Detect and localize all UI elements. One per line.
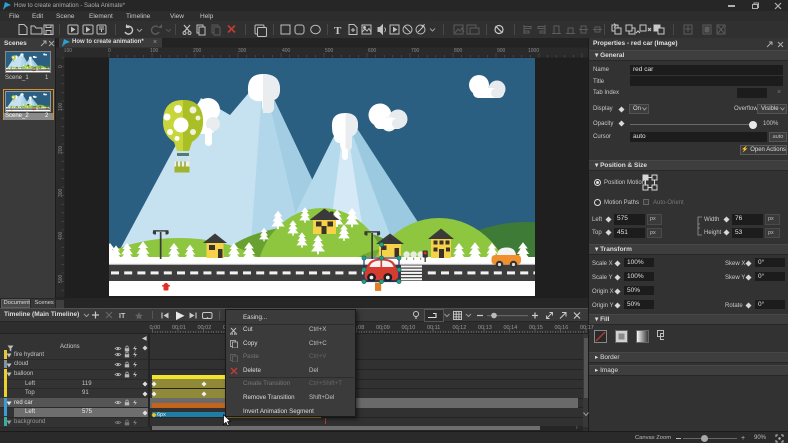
svg-text:700: 700 — [411, 48, 420, 54]
svg-text:100: 100 — [58, 102, 64, 111]
svg-text:200: 200 — [58, 145, 64, 154]
svg-text:800: 800 — [454, 48, 463, 54]
svg-text:500: 500 — [325, 48, 334, 54]
svg-text:0: 0 — [58, 65, 64, 68]
svg-text:100: 100 — [150, 48, 159, 54]
svg-text:0: 0 — [108, 48, 111, 54]
svg-text:200: 200 — [193, 48, 202, 54]
svg-text:T: T — [334, 25, 342, 37]
svg-text:600: 600 — [368, 48, 377, 54]
svg-text:900: 900 — [497, 48, 506, 54]
svg-text:500: 500 — [58, 274, 64, 283]
svg-text:400: 400 — [282, 48, 291, 54]
svg-text:IT: IT — [119, 313, 126, 320]
svg-text:400: 400 — [58, 231, 64, 240]
svg-text:300: 300 — [58, 188, 64, 197]
svg-text:300: 300 — [238, 48, 247, 54]
svg-text:1000: 1000 — [528, 48, 539, 54]
